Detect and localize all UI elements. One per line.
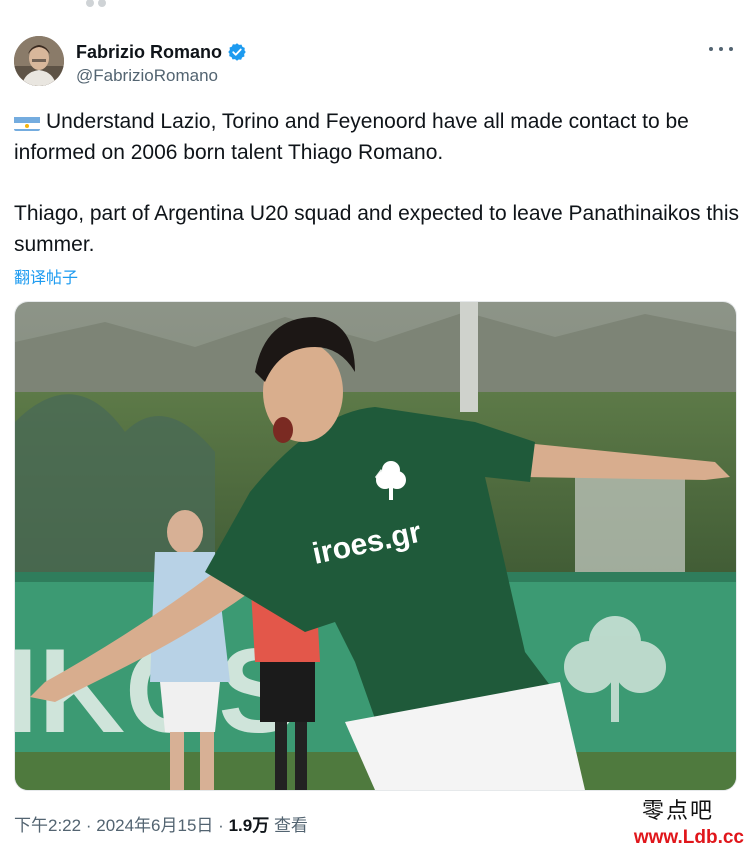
watermark-cn-text: 零点吧 [641, 799, 714, 824]
tweet-date[interactable]: 2024年6月15日 [96, 816, 213, 835]
meta-separator-2: · [218, 816, 224, 835]
author-avatar[interactable] [14, 36, 64, 86]
views-label[interactable]: 查看 [274, 816, 308, 835]
tweet-header: Fabrizio Romano @FabrizioRomano [14, 36, 739, 90]
site-watermark: 零点吧 www.Ldb.cc [624, 793, 744, 848]
verified-badge-icon [228, 43, 246, 61]
tweet-time[interactable]: 下午2:22 [14, 816, 81, 835]
watermark-url: www.Ldb.cc [633, 827, 744, 848]
avatar-photo-icon [14, 36, 64, 86]
cropped-previous-content [86, 0, 126, 7]
argentina-flag-icon [14, 113, 40, 131]
author-name-row[interactable]: Fabrizio Romano [76, 40, 247, 64]
tweet-paragraph-1: Understand Lazio, Torino and Feyenoord h… [14, 110, 689, 164]
author-handle[interactable]: @FabrizioRomano [76, 66, 218, 86]
tweet-body: Understand Lazio, Torino and Feyenoord h… [14, 106, 739, 260]
tweet-metadata: 下午2:22 · 2024年6月15日 · 1.9万 查看 [14, 811, 308, 836]
tweet-photo[interactable]: IKOS iroes.gr [14, 301, 737, 791]
meta-separator: · [85, 816, 92, 835]
more-horizontal-icon[interactable] [709, 44, 733, 54]
translate-post-link[interactable]: 翻译帖子 [14, 264, 78, 288]
football-player-photo: IKOS iroes.gr [15, 302, 736, 790]
tweet-paragraph-2: Thiago, part of Argentina U20 squad and … [14, 202, 739, 256]
author-name[interactable]: Fabrizio Romano [76, 42, 222, 63]
views-count[interactable]: 1.9万 [229, 816, 270, 835]
